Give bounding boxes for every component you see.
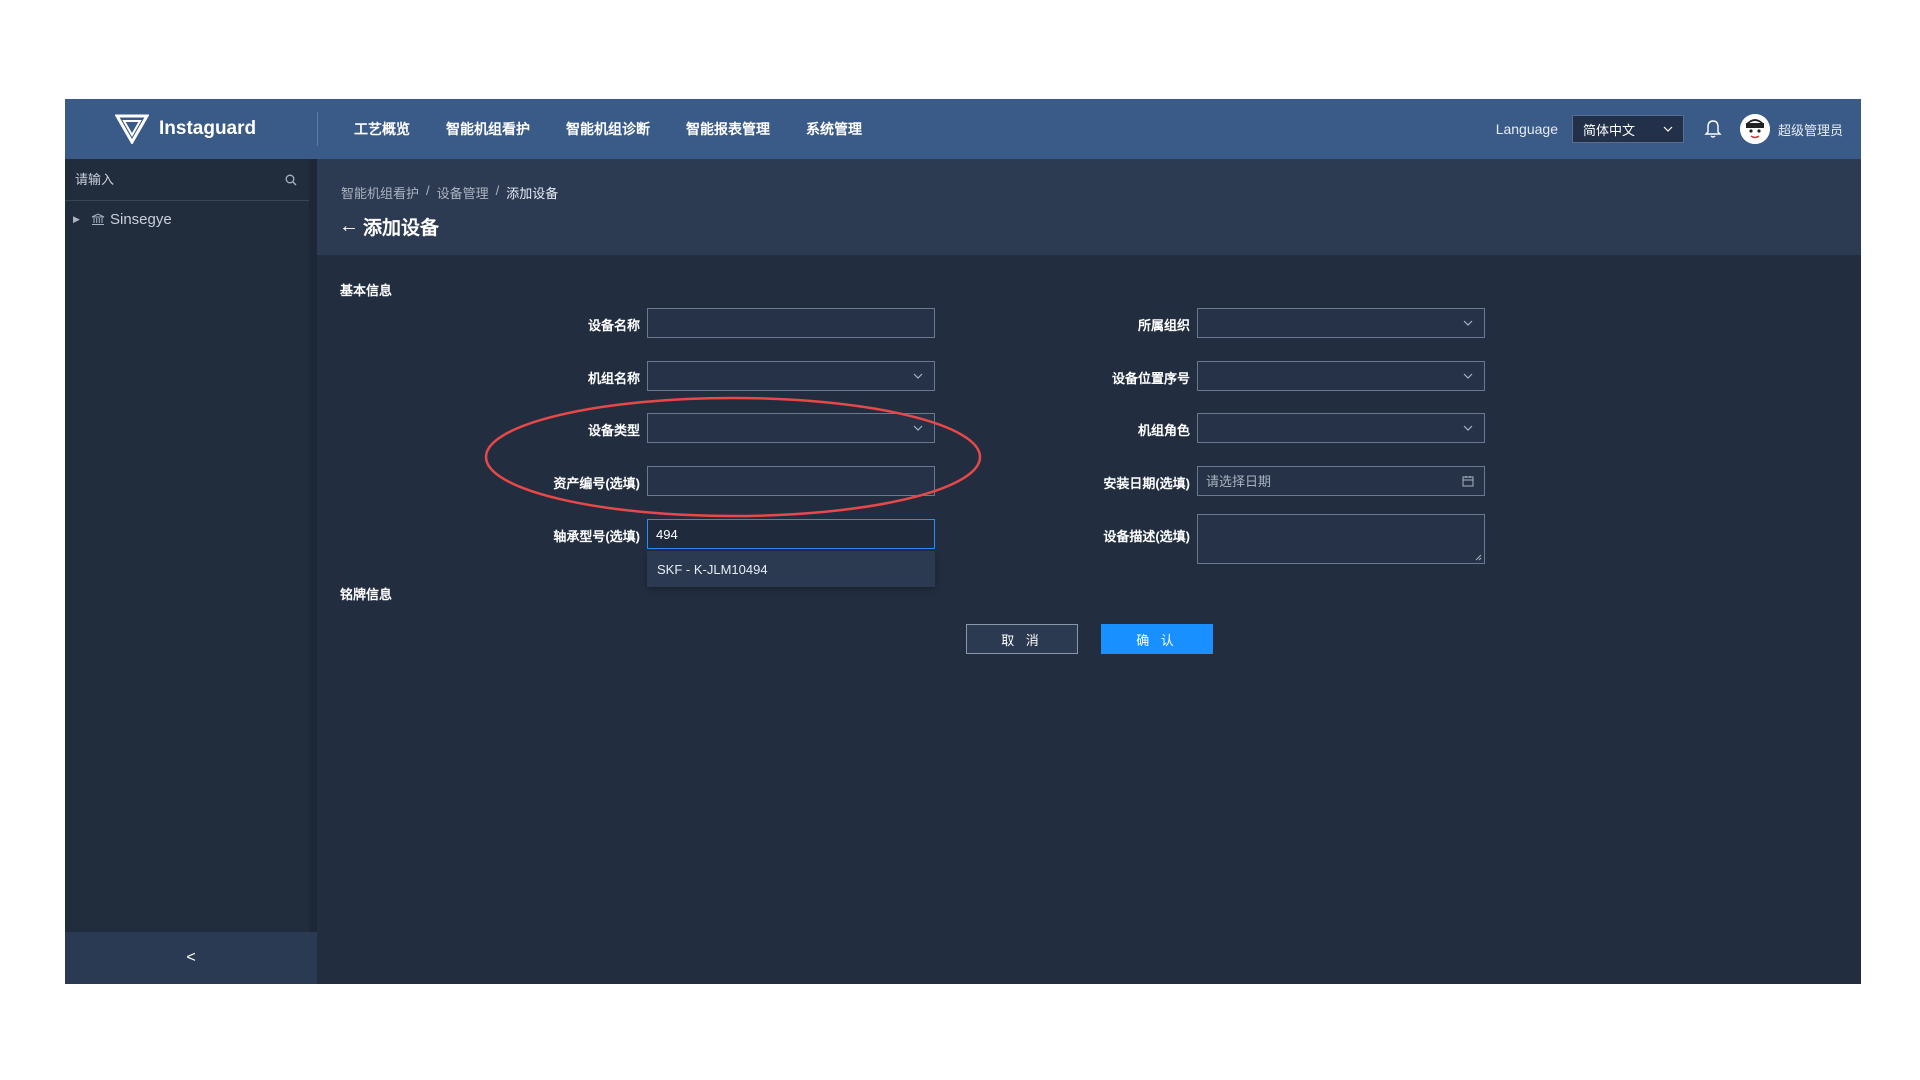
content-header: 智能机组看护 / 设备管理 / 添加设备 ← 添加设备: [317, 159, 1861, 255]
arrow-left-icon[interactable]: ←: [339, 215, 359, 238]
position-index-select[interactable]: [1197, 361, 1485, 391]
unit-name-select[interactable]: [647, 361, 935, 391]
label-install-date: 安装日期(选填): [1103, 476, 1190, 491]
resize-handle-icon[interactable]: [1474, 553, 1482, 561]
nav-item-report-management[interactable]: 智能报表管理: [686, 119, 770, 139]
sidebar-divider: [309, 159, 317, 984]
chevron-down-icon: [913, 373, 923, 379]
install-date-input[interactable]: [1206, 473, 1476, 489]
sidebar-search-input[interactable]: [75, 172, 255, 187]
language-select[interactable]: 简体中文: [1571, 115, 1684, 143]
section-nameplate-info: 铭牌信息: [340, 587, 393, 602]
app-window: Instaguard 工艺概览 智能机组看护 智能机组诊断 智能报表管理 系统管…: [65, 99, 1861, 984]
organization-select[interactable]: [1197, 308, 1485, 338]
label-bearing-model: 轴承型号(选填): [553, 529, 640, 544]
logo[interactable]: Instaguard: [65, 99, 317, 159]
tree-node-label: Sinsegye: [110, 210, 172, 228]
brand-name: Instaguard: [159, 118, 257, 139]
chevron-left-icon: <: [186, 949, 196, 966]
label-device-name: 设备名称: [587, 318, 640, 333]
nav-item-process-overview[interactable]: 工艺概览: [354, 119, 410, 139]
instaguard-logo-icon: [115, 114, 149, 144]
breadcrumb-item-unit-care[interactable]: 智能机组看护: [341, 183, 419, 202]
breadcrumb-separator: /: [495, 183, 500, 198]
unit-role-select[interactable]: [1197, 413, 1485, 443]
description-textarea[interactable]: [1197, 514, 1485, 564]
breadcrumb: 智能机组看护 / 设备管理 / 添加设备: [341, 183, 558, 202]
top-bar: Instaguard 工艺概览 智能机组看护 智能机组诊断 智能报表管理 系统管…: [65, 99, 1861, 159]
highlight-ellipse: [484, 396, 982, 518]
avatar[interactable]: [1739, 114, 1770, 144]
label-unit-name: 机组名称: [587, 371, 640, 386]
label-description: 设备描述(选填): [1103, 529, 1190, 544]
nav-divider: [317, 112, 318, 146]
chevron-down-icon: [1463, 373, 1473, 379]
bearing-suggestion-item[interactable]: SKF - K-JLM10494: [647, 551, 935, 587]
sidebar: ▶ Sinsegye: [65, 159, 309, 932]
label-unit-role: 机组角色: [1137, 423, 1190, 438]
device-name-field[interactable]: [647, 308, 935, 338]
user-name[interactable]: 超级管理员: [1778, 120, 1843, 139]
bearing-model-input[interactable]: [656, 526, 926, 542]
language-label: Language: [1495, 121, 1558, 137]
sidebar-search: [65, 159, 309, 201]
nav-item-unit-diagnosis[interactable]: 智能机组诊断: [566, 119, 650, 139]
chevron-down-icon: [1663, 126, 1673, 132]
nav-item-system-management[interactable]: 系统管理: [806, 119, 862, 139]
bell-icon[interactable]: [1704, 119, 1722, 139]
section-basic-info: 基本信息: [340, 283, 393, 298]
breadcrumb-item-device-management[interactable]: 设备管理: [437, 183, 489, 202]
nav-item-unit-care[interactable]: 智能机组看护: [446, 119, 530, 139]
chevron-down-icon: [1463, 320, 1473, 326]
label-position-index: 设备位置序号: [1111, 371, 1190, 386]
page-title: ← 添加设备: [339, 213, 439, 240]
sidebar-collapse-button[interactable]: <: [65, 932, 317, 984]
search-icon[interactable]: [285, 174, 297, 186]
cancel-button[interactable]: 取 消: [966, 624, 1078, 654]
tree-node-sinsegye[interactable]: ▶ Sinsegye: [65, 201, 309, 237]
label-organization: 所属组织: [1137, 318, 1190, 333]
user-avatar-icon: [1739, 114, 1770, 144]
install-date-picker[interactable]: [1197, 466, 1485, 496]
main-nav: 工艺概览 智能机组看护 智能机组诊断 智能报表管理 系统管理: [354, 119, 898, 139]
page-title-text: 添加设备: [363, 218, 440, 239]
breadcrumb-separator: /: [426, 183, 430, 198]
device-name-input[interactable]: [656, 315, 926, 331]
breadcrumb-item-add-device: 添加设备: [506, 186, 559, 201]
language-value: 简体中文: [1582, 122, 1635, 138]
bearing-model-field[interactable]: [647, 519, 935, 549]
calendar-icon: [1462, 476, 1474, 487]
caret-right-icon[interactable]: ▶: [73, 214, 83, 225]
chevron-down-icon: [1463, 425, 1473, 431]
bank-icon: [91, 212, 105, 225]
confirm-button[interactable]: 确 认: [1101, 624, 1213, 654]
top-right-tools: Language 简体中文 超级管理员: [1496, 99, 1843, 159]
